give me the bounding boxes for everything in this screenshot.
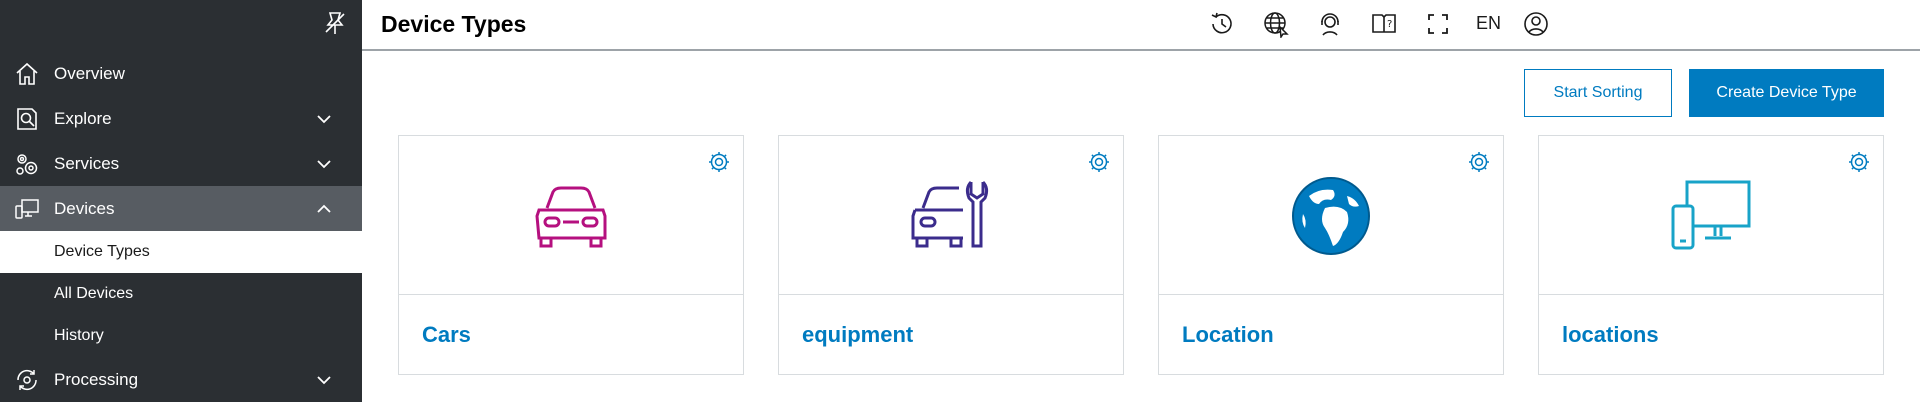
gear-icon[interactable] [1847,150,1871,174]
sidebar-item-label: Explore [54,108,112,128]
home-icon [16,62,38,85]
gear-icon[interactable] [1467,150,1491,174]
start-sorting-button[interactable]: Start Sorting [1524,69,1672,117]
card-title[interactable]: locations [1562,322,1659,348]
card-title[interactable]: Cars [422,322,471,348]
card-title[interactable]: Location [1182,322,1274,348]
sidebar-item-label: Devices [54,198,115,218]
card-divider [779,294,1123,295]
fullscreen-icon[interactable] [1424,10,1452,38]
car-wrench-icon [911,180,989,248]
user-icon[interactable] [1522,10,1550,38]
help-book-icon[interactable]: ? [1370,10,1398,38]
devices-icon [15,199,39,219]
device-type-card-locations[interactable]: locations [1538,135,1884,375]
globe-earth-icon [1292,177,1370,255]
gear-icon[interactable] [707,150,731,174]
card-title[interactable]: equipment [802,322,913,348]
sidebar-subitem-label: All Devices [54,285,134,302]
sidebar-subitem-label: History [54,327,104,344]
explore-icon [17,108,37,130]
unpin-icon[interactable] [322,10,348,36]
sidebar-item-processing[interactable]: Processing [0,357,362,402]
devices-monitor-phone-icon [1671,180,1751,250]
create-device-type-button[interactable]: Create Device Type [1689,69,1884,117]
sidebar-subitem-history[interactable]: History [0,315,362,357]
chevron-down-icon [317,115,331,124]
card-divider [1539,294,1883,295]
sidebar-subitem-device-types[interactable]: Device Types [0,231,362,273]
sidebar-subitem-all-devices[interactable]: All Devices [0,273,362,315]
page-title: Device Types [381,11,527,37]
sidebar: Overview Explore Services Devices Device… [0,0,362,402]
card-divider [1159,294,1503,295]
sidebar-item-devices[interactable]: Devices [0,186,362,231]
gear-icon[interactable] [1087,150,1111,174]
sidebar-item-explore[interactable]: Explore [0,96,362,141]
sidebar-subitem-label: Device Types [54,243,150,260]
history-icon[interactable] [1208,10,1236,38]
top-header: Device Types ? EN [362,0,1920,51]
chevron-up-icon [317,204,331,213]
sidebar-item-services[interactable]: Services [0,141,362,186]
chevron-down-icon [317,160,331,169]
support-icon[interactable] [1316,10,1344,38]
services-icon [16,154,38,175]
sidebar-item-label: Overview [54,63,125,83]
language-selector[interactable]: EN [1476,13,1501,34]
svg-text:?: ? [1387,19,1392,30]
device-type-card-equipment[interactable]: equipment [778,135,1124,375]
device-type-card-cars[interactable]: Cars [398,135,744,375]
car-icon [535,186,607,248]
sidebar-nav: Overview Explore Services Devices Device… [0,51,362,402]
sidebar-item-overview[interactable]: Overview [0,51,362,96]
device-type-card-location[interactable]: Location [1158,135,1504,375]
card-divider [399,294,743,295]
processing-icon [17,369,37,391]
sidebar-item-label: Services [54,153,120,173]
chevron-down-icon [317,376,331,385]
globe-icon[interactable] [1262,10,1290,38]
sidebar-item-label: Processing [54,369,139,389]
